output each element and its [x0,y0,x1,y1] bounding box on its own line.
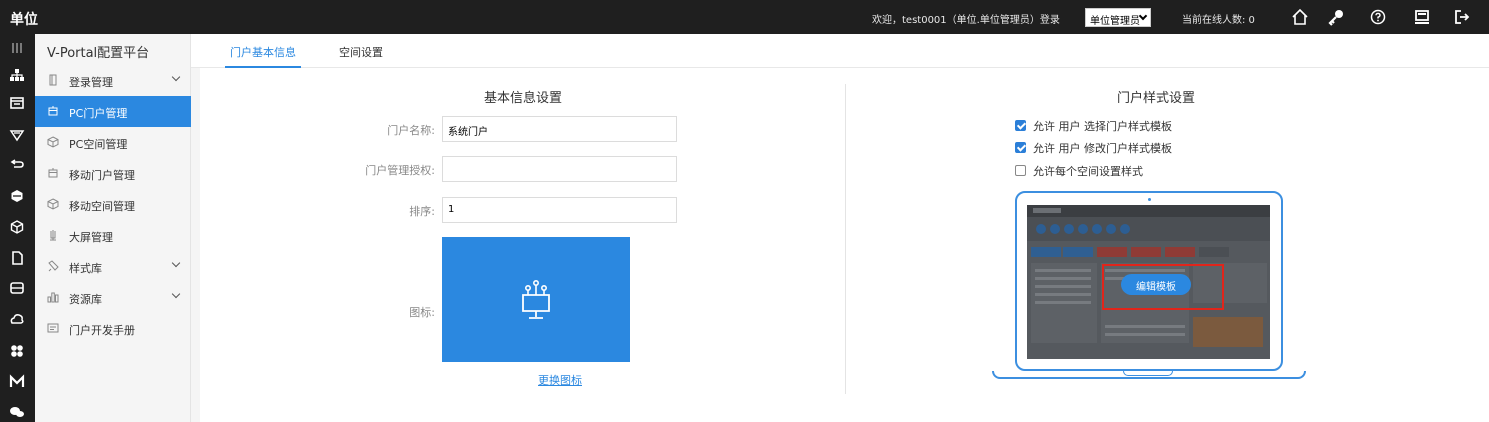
pc-space-icon [47,136,59,148]
sidebar-item-pc-portal[interactable]: PC门户管理 [35,96,191,127]
order-label: 排序: [409,205,435,218]
sidebar-item-label: 资源库 [69,293,102,306]
icon-rail [0,34,35,422]
brand-title: 单位 [10,12,38,28]
sidebar-item-login[interactable]: 登录管理 [35,65,191,96]
help-icon[interactable] [1368,7,1388,27]
sidebar-item-label: 大屏管理 [69,231,113,244]
top-bar: 单位 欢迎，test0001（单位.单位管理员）登录 单位管理员 当前在线人数:… [0,0,1489,34]
laptop-notch [1123,371,1173,376]
login-icon [47,74,59,86]
tab-basic-info[interactable]: 门户基本信息 [230,44,296,60]
checkbox-unchecked[interactable] [1015,165,1026,176]
manual-icon [47,322,59,334]
portal-icon-preview [442,237,630,362]
sidebar-item-pc-space[interactable]: PC空间管理 [35,127,191,158]
sidebar-item-mobile-portal[interactable]: 移动门户管理 [35,158,191,189]
checkbox-label: 允许 用户 选择门户样式模板 [1033,120,1172,133]
checkbox-checked[interactable] [1015,142,1026,153]
sidebar-item-label: 门户开发手册 [69,324,135,337]
dashboard-icon[interactable] [9,95,25,111]
doc-icon[interactable] [9,250,25,266]
style-icon [47,260,59,272]
monitor-icon[interactable] [1412,7,1432,27]
org-icon[interactable] [9,67,25,83]
hex-icon[interactable] [9,188,25,204]
platform-title: V-Portal配置平台 [47,46,150,61]
db-icon[interactable] [9,280,25,296]
sidebar-item-label: 移动门户管理 [69,169,135,182]
change-icon-link[interactable]: 更换图标 [538,372,582,388]
chat-icon[interactable] [9,403,25,419]
role-select[interactable]: 单位管理员 [1085,8,1151,27]
key-icon[interactable] [1326,7,1346,27]
pc-portal-icon [47,105,59,117]
sidebar-item-label: 登录管理 [69,76,113,89]
checkbox-checked[interactable] [1015,120,1026,131]
menu-icon[interactable] [9,40,25,56]
chevron-down-icon [1138,11,1148,21]
portal-auth-input[interactable] [442,156,677,182]
basic-info-title: 基本信息设置 [484,91,563,106]
link-icon[interactable] [9,156,25,172]
sidebar-item-resource-lib[interactable]: 资源库 [35,282,191,313]
section-divider [845,84,846,394]
checkbox-label: 允许每个空间设置样式 [1033,165,1143,178]
laptop-camera [1148,198,1151,201]
resource-icon [47,291,59,303]
welcome-text: 欢迎，test0001（单位.单位管理员）登录 [872,15,1060,26]
mail-icon[interactable] [9,374,25,390]
sidebar-item-label: 移动空间管理 [69,200,135,213]
sidebar-item-screen[interactable]: 大屏管理 [35,220,191,251]
cube-icon[interactable] [9,219,25,235]
portal-logo-icon [522,279,550,319]
online-count: 当前在线人数: 0 [1182,15,1255,26]
sidebar-item-mobile-space[interactable]: 移动空间管理 [35,189,191,220]
portal-icon[interactable] [9,127,25,143]
role-select-value: 单位管理员 [1090,16,1140,27]
tab-space-settings[interactable]: 空间设置 [339,44,383,60]
chevron-down-icon [171,72,181,82]
icon-label: 图标: [409,306,435,319]
portal-name-label: 门户名称: [387,124,435,137]
sidebar-item-label: PC空间管理 [69,138,128,151]
cloud-icon[interactable] [9,311,25,327]
mobile-portal-icon [47,167,59,179]
apps-icon[interactable] [9,343,25,359]
checkbox-label: 允许 用户 修改门户样式模板 [1033,142,1172,155]
home-icon[interactable] [1290,7,1310,27]
mobile-space-icon [47,198,59,210]
tab-bar: 门户基本信息 空间设置 [191,34,1489,68]
chevron-down-icon [171,258,181,268]
sidebar-menu: V-Portal配置平台 登录管理 PC门户管理 PC空间管理 移动门户管理 移… [35,34,191,422]
portal-auth-label: 门户管理授权: [365,164,435,177]
chevron-down-icon [171,289,181,299]
screen-icon [47,229,59,241]
style-settings-title: 门户样式设置 [1117,91,1196,106]
sidebar-item-label: PC门户管理 [69,107,128,120]
logout-icon[interactable] [1452,7,1472,27]
sidebar-item-style-lib[interactable]: 样式库 [35,251,191,282]
sidebar-item-dev-manual[interactable]: 门户开发手册 [35,313,191,344]
portal-name-input[interactable]: 系统门户 [442,116,677,142]
order-input[interactable]: 1 [442,197,677,223]
sidebar-item-label: 样式库 [69,262,102,275]
edit-template-button[interactable]: 编辑模板 [1121,274,1191,295]
